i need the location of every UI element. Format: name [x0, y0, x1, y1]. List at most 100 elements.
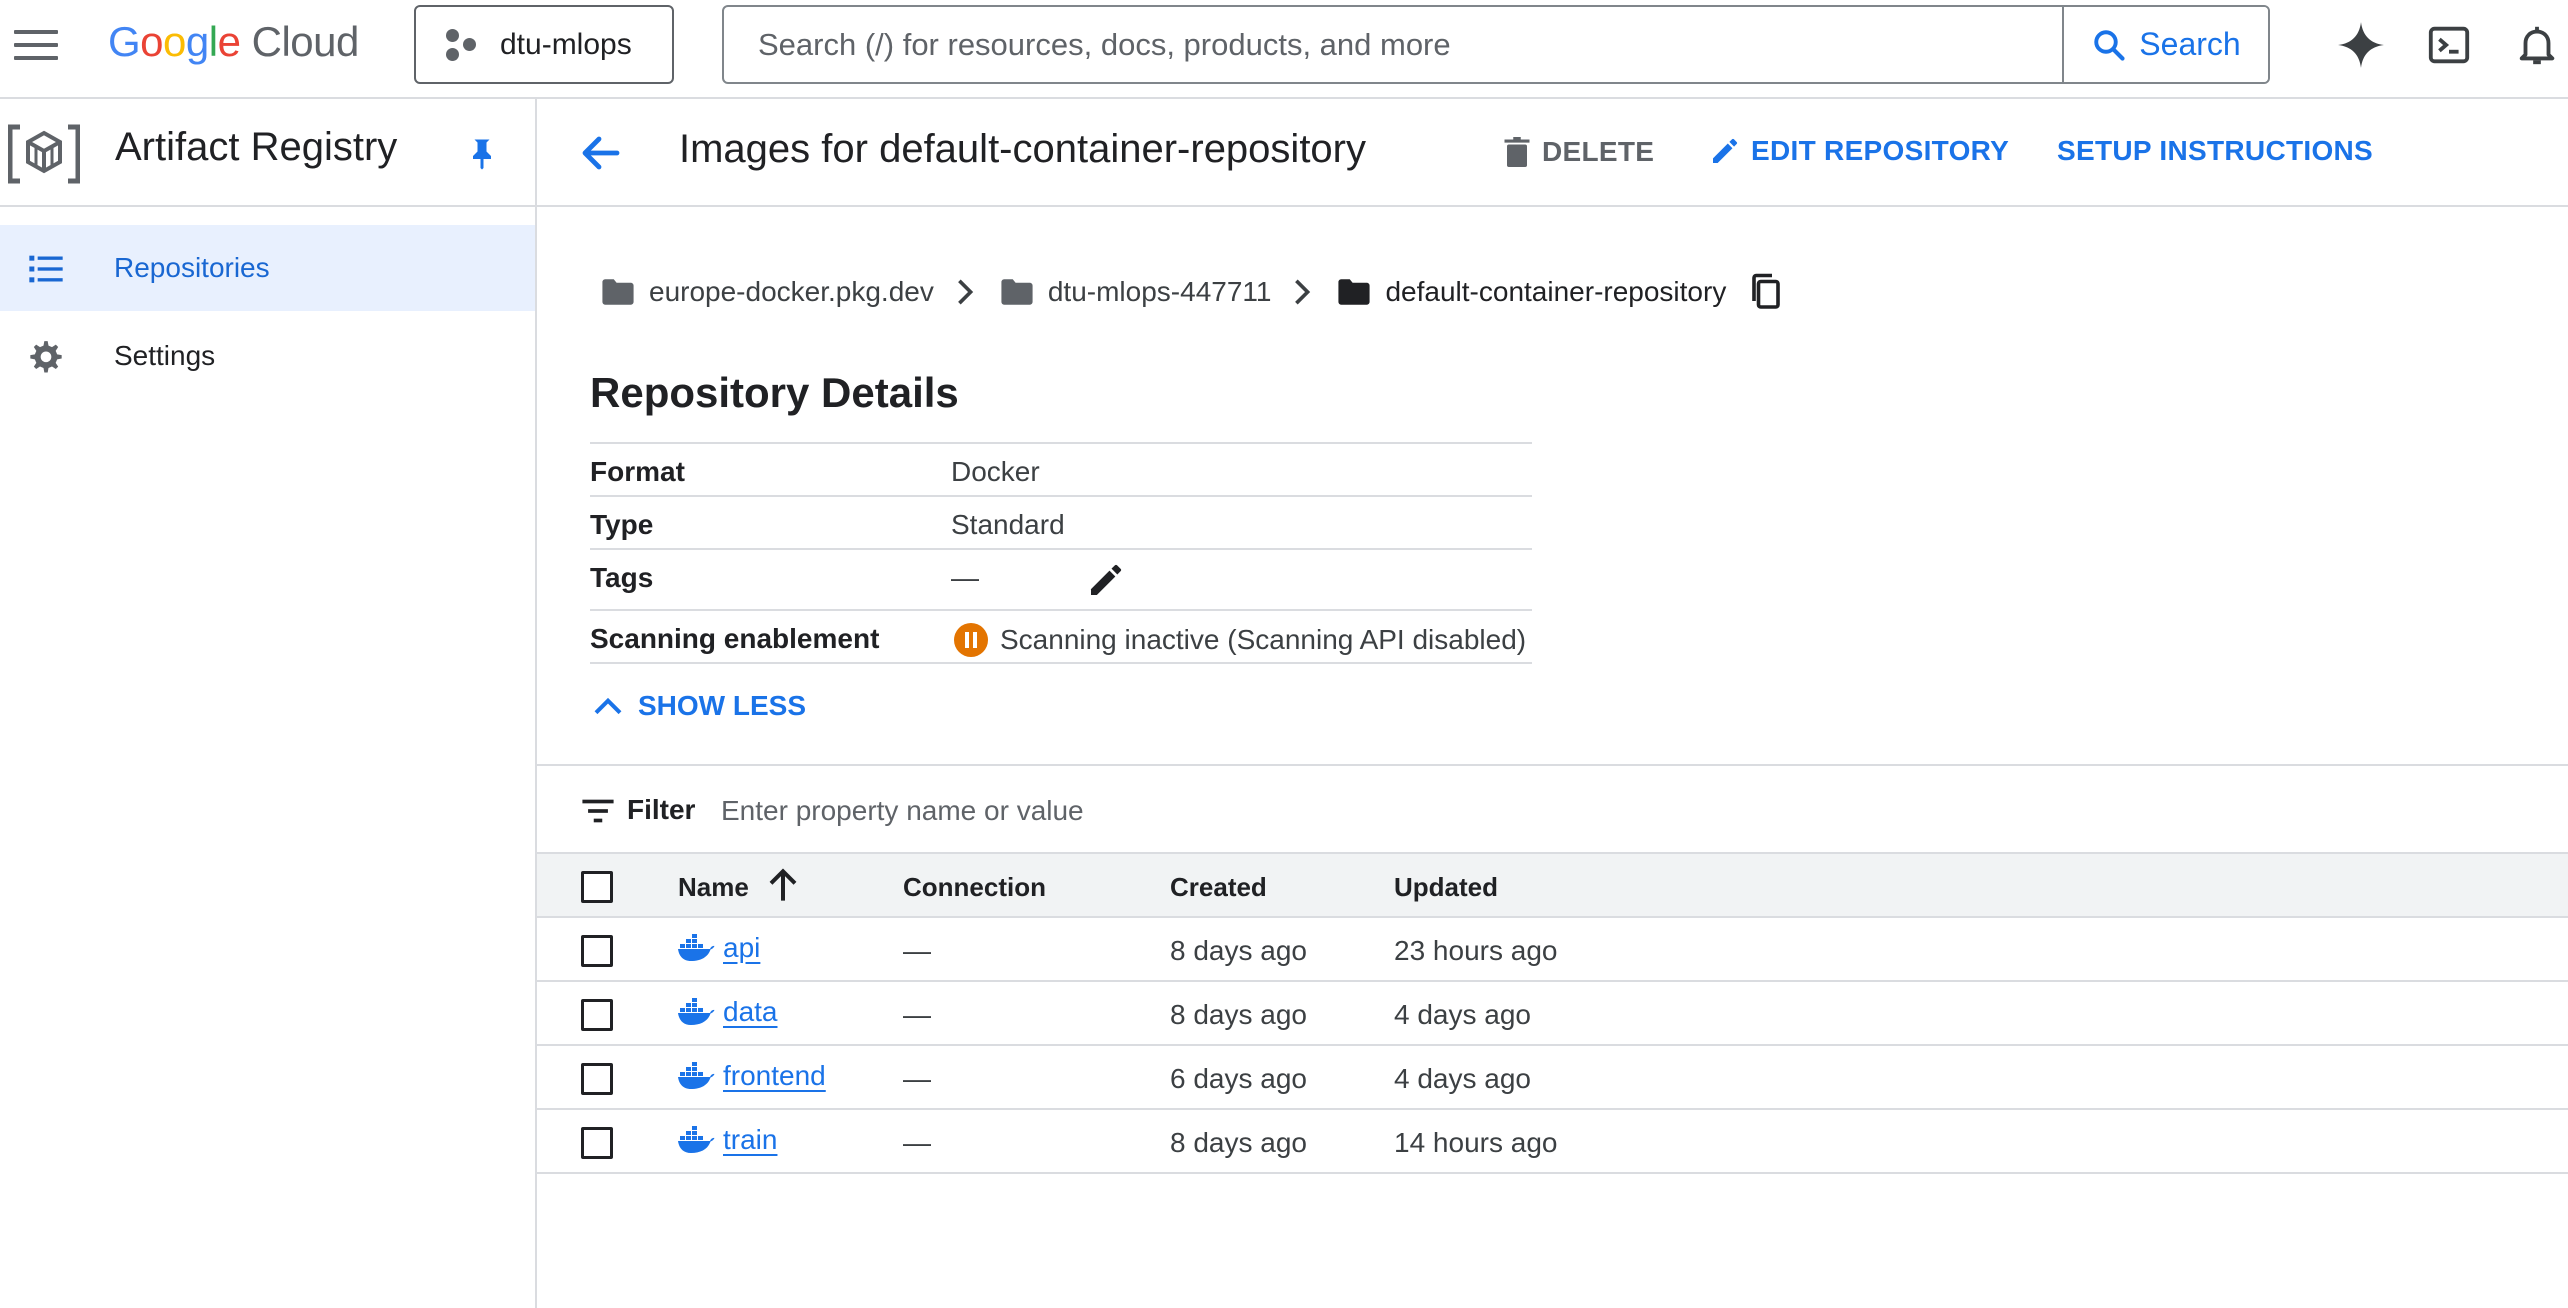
- show-less-button[interactable]: SHOW LESS: [592, 690, 806, 722]
- image-link-data[interactable]: data: [677, 996, 778, 1028]
- image-name: frontend: [723, 1060, 826, 1091]
- chevron-right-icon: [957, 279, 974, 305]
- sidebar-item-label: Settings: [114, 340, 216, 371]
- logo-product: Cloud: [251, 18, 360, 65]
- cell-connection: —: [903, 935, 931, 966]
- cell-updated: 4 days ago: [1394, 999, 1531, 1030]
- details-value: —: [951, 562, 979, 593]
- page-header: Images for default-container-repository …: [537, 99, 2568, 207]
- image-link-frontend[interactable]: frontend: [677, 1060, 826, 1092]
- cell-created: 8 days ago: [1170, 1127, 1307, 1158]
- column-header-connection[interactable]: Connection: [903, 872, 1046, 903]
- page-title: Images for default-container-repository: [679, 127, 1366, 171]
- repository-details-heading: Repository Details: [590, 369, 959, 416]
- search-button[interactable]: Search: [2062, 7, 2268, 82]
- cell-connection: —: [903, 1063, 931, 1094]
- artifact-registry-icon: [8, 124, 80, 184]
- docker-icon: [678, 998, 715, 1025]
- edit-repository-button[interactable]: EDIT REPOSITORY: [1709, 135, 2009, 167]
- image-link-api[interactable]: api: [677, 932, 760, 964]
- row-checkbox[interactable]: [581, 1127, 613, 1159]
- details-row-type: Type Standard: [590, 497, 1532, 550]
- breadcrumb-item-repository: default-container-repository: [1337, 276, 1726, 308]
- filter-icon: [582, 799, 614, 823]
- pause-icon: [954, 623, 988, 657]
- filter-bar: Filter: [537, 764, 2568, 854]
- pin-icon[interactable]: [464, 133, 500, 173]
- details-row-scanning: Scanning enablement Scanning inactive (S…: [590, 611, 1532, 664]
- folder-icon: [1001, 279, 1033, 305]
- sidebar: Artifact Registry Repositories Settings: [0, 99, 537, 1308]
- folder-icon: [1338, 279, 1371, 305]
- project-picker-button[interactable]: dtu-mlops: [414, 5, 674, 84]
- pencil-icon: [1713, 138, 1738, 163]
- details-key: Format: [590, 456, 685, 487]
- edit-repository-label: EDIT REPOSITORY: [1751, 135, 2010, 166]
- trash-icon: [1504, 137, 1530, 167]
- cell-created: 8 days ago: [1170, 999, 1307, 1030]
- cell-updated: 14 hours ago: [1394, 1127, 1558, 1158]
- image-link-train[interactable]: train: [677, 1124, 777, 1156]
- product-title: Artifact Registry: [115, 125, 398, 169]
- table-row: frontend — 6 days ago 4 days ago: [537, 1046, 2568, 1110]
- table-row: api — 8 days ago 23 hours ago: [537, 918, 2568, 982]
- column-header-created[interactable]: Created: [1170, 872, 1267, 903]
- table-row: data — 8 days ago 4 days ago: [537, 982, 2568, 1046]
- table-header: Name Connection Created Updated: [537, 854, 2568, 918]
- images-table: Name Connection Created Updated api — 8 …: [537, 854, 2568, 1174]
- top-bar: Google Cloud dtu-mlops Search: [0, 0, 2568, 99]
- back-arrow-icon[interactable]: [577, 129, 625, 177]
- project-name: dtu-mlops: [500, 27, 632, 61]
- edit-tags-pencil-icon[interactable]: [1086, 560, 1126, 600]
- table-row: train — 8 days ago 14 hours ago: [537, 1110, 2568, 1174]
- search-icon: [2094, 29, 2125, 61]
- row-checkbox[interactable]: [581, 999, 613, 1031]
- google-cloud-logo[interactable]: Google Cloud: [108, 18, 359, 66]
- cloud-shell-button[interactable]: [2424, 20, 2474, 70]
- notifications-button[interactable]: [2512, 20, 2562, 70]
- search-bar: Search: [722, 5, 2270, 84]
- sidebar-item-settings[interactable]: Settings: [0, 313, 535, 399]
- repository-details-table: Format Docker Type Standard Tags — Scann…: [590, 442, 1532, 664]
- cell-connection: —: [903, 999, 931, 1030]
- column-header-updated[interactable]: Updated: [1394, 872, 1498, 903]
- copy-icon[interactable]: [1748, 272, 1784, 312]
- row-checkbox[interactable]: [581, 1063, 613, 1095]
- logo-brand: Google: [108, 18, 241, 65]
- image-name: train: [723, 1124, 778, 1155]
- details-value: Scanning inactive (Scanning API disabled…: [1000, 624, 1527, 655]
- breadcrumb-item-location[interactable]: europe-docker.pkg.dev: [601, 276, 934, 308]
- cell-connection: —: [903, 1127, 931, 1158]
- details-key: Type: [590, 509, 654, 540]
- gemini-button[interactable]: [2336, 20, 2386, 70]
- column-header-name[interactable]: Name: [678, 872, 749, 903]
- folder-icon: [602, 279, 634, 305]
- cell-created: 8 days ago: [1170, 935, 1307, 966]
- search-input[interactable]: [724, 7, 2062, 82]
- scanning-status: Scanning inactive (Scanning API disabled…: [954, 623, 1526, 657]
- details-value: Docker: [951, 456, 1040, 487]
- breadcrumb-label: europe-docker.pkg.dev: [649, 276, 934, 307]
- details-row-format: Format Docker: [590, 444, 1532, 497]
- select-all-checkbox[interactable]: [581, 871, 613, 903]
- sidebar-header: Artifact Registry: [0, 99, 535, 207]
- row-checkbox[interactable]: [581, 935, 613, 967]
- main-menu-button[interactable]: [14, 26, 58, 62]
- details-value: Standard: [951, 509, 1065, 540]
- setup-instructions-button[interactable]: SETUP INSTRUCTIONS: [2057, 135, 2373, 167]
- filter-input[interactable]: [721, 784, 2121, 838]
- search-button-label: Search: [2139, 26, 2241, 62]
- sort-ascending-arrow-icon[interactable]: [767, 868, 799, 904]
- sidebar-item-repositories[interactable]: Repositories: [0, 225, 535, 311]
- breadcrumb-item-project[interactable]: dtu-mlops-447711: [1000, 276, 1271, 308]
- notifications-icon: [2519, 26, 2555, 65]
- delete-button[interactable]: DELETE: [1502, 135, 1654, 169]
- chevron-right-icon: [1295, 279, 1311, 305]
- cloud-shell-icon: [2428, 26, 2470, 64]
- docker-icon: [678, 1062, 715, 1089]
- setup-instructions-label: SETUP INSTRUCTIONS: [2057, 135, 2374, 166]
- breadcrumb: europe-docker.pkg.dev dtu-mlops-447711 d…: [601, 267, 1784, 317]
- sidebar-item-label: Repositories: [114, 252, 270, 283]
- main-content: Images for default-container-repository …: [537, 99, 2568, 1308]
- show-less-label: SHOW LESS: [638, 690, 807, 721]
